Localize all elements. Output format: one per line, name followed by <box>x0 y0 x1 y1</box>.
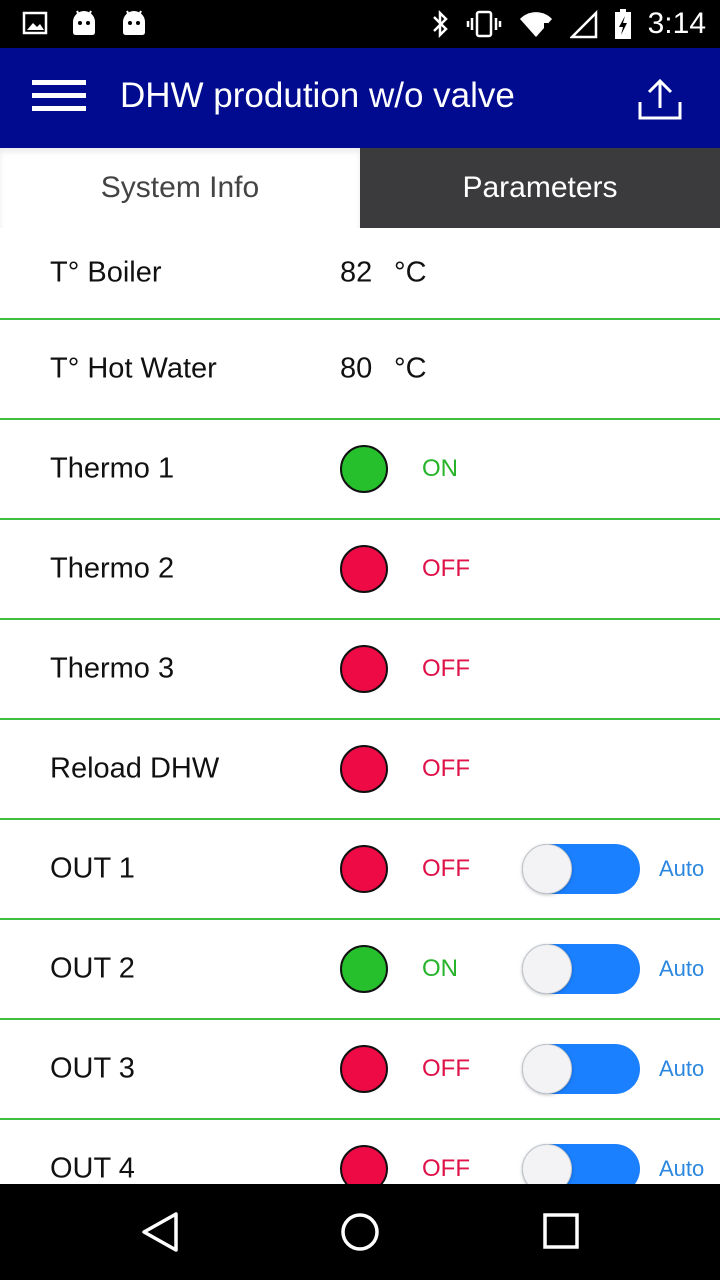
status-indicator <box>340 845 388 893</box>
status-indicator <box>340 745 388 793</box>
list-item: Reload DHW OFF <box>0 720 720 820</box>
list-item: Thermo 1 ON <box>0 420 720 520</box>
status-text: ON <box>422 955 458 982</box>
android-icon <box>70 10 98 36</box>
status-indicator <box>340 945 388 993</box>
auto-toggle[interactable] <box>522 944 640 994</box>
row-unit: °C <box>394 352 427 385</box>
list-item: OUT 3 OFF Auto <box>0 1020 720 1120</box>
tab-parameters[interactable]: Parameters <box>360 148 720 228</box>
status-text: OFF <box>422 855 470 882</box>
wifi-icon <box>518 9 554 39</box>
toggle-knob <box>522 1144 572 1184</box>
vibrate-icon <box>466 9 502 39</box>
row-label: Thermo 2 <box>50 552 175 585</box>
row-label: Reload DHW <box>50 752 220 785</box>
tab-bar: System Info Parameters <box>0 148 720 228</box>
menu-icon[interactable] <box>30 78 90 118</box>
row-label: Thermo 3 <box>50 652 175 685</box>
row-label: OUT 4 <box>50 1152 135 1185</box>
row-label: OUT 2 <box>50 952 135 985</box>
list-item: T° Boiler 82 °C <box>0 228 720 320</box>
toggle-knob <box>522 844 572 894</box>
page-title: DHW prodution w/o valve <box>120 76 515 115</box>
status-indicator <box>340 445 388 493</box>
list-item: OUT 1 OFF Auto <box>0 820 720 920</box>
back-icon[interactable] <box>138 1210 182 1254</box>
list-item: OUT 4 OFF Auto <box>0 1120 720 1184</box>
row-label: OUT 3 <box>50 1052 135 1085</box>
signal-icon <box>569 9 598 39</box>
status-text: ON <box>422 455 458 482</box>
mode-label: Auto <box>659 856 705 881</box>
row-label: OUT 1 <box>50 852 135 885</box>
list-item: T° Hot Water 80 °C <box>0 320 720 420</box>
row-label: T° Hot Water <box>50 352 217 385</box>
mode-label: Auto <box>659 1156 705 1181</box>
status-indicator <box>340 545 388 593</box>
status-indicator <box>340 645 388 693</box>
status-text: OFF <box>422 755 470 782</box>
auto-toggle[interactable] <box>522 844 640 894</box>
recents-icon[interactable] <box>540 1210 584 1254</box>
list-item: Thermo 2 OFF <box>0 520 720 620</box>
status-text: OFF <box>422 555 470 582</box>
tab-system-info[interactable]: System Info <box>0 148 360 228</box>
row-value: 80 <box>340 352 373 385</box>
status-text: OFF <box>422 1055 470 1082</box>
status-text: OFF <box>422 655 470 682</box>
toggle-knob <box>522 1044 572 1094</box>
battery-charging-icon <box>614 8 632 40</box>
toggle-knob <box>522 944 572 994</box>
row-label: T° Boiler <box>50 256 162 289</box>
system-info-list: T° Boiler 82 °C T° Hot Water 80 °C Therm… <box>0 228 720 1184</box>
status-bar: 3:14 <box>0 0 720 48</box>
android-icon <box>120 10 148 36</box>
app-toolbar: DHW prodution w/o valve <box>0 48 720 148</box>
upload-icon[interactable] <box>636 76 684 124</box>
row-label: Thermo 1 <box>50 452 175 485</box>
list-item: OUT 2 ON Auto <box>0 920 720 1020</box>
auto-toggle[interactable] <box>522 1144 640 1184</box>
bluetooth-icon <box>430 9 450 39</box>
status-indicator <box>340 1045 388 1093</box>
home-icon[interactable] <box>338 1210 382 1254</box>
mode-label: Auto <box>659 1056 705 1081</box>
navigation-bar <box>0 1184 720 1280</box>
auto-toggle[interactable] <box>522 1044 640 1094</box>
status-indicator <box>340 1145 388 1184</box>
image-icon <box>22 10 48 36</box>
mode-label: Auto <box>659 956 705 981</box>
clock: 3:14 <box>647 7 706 40</box>
list-item: Thermo 3 OFF <box>0 620 720 720</box>
row-value: 82 <box>340 256 373 289</box>
row-unit: °C <box>394 256 427 289</box>
status-text: OFF <box>422 1155 470 1182</box>
